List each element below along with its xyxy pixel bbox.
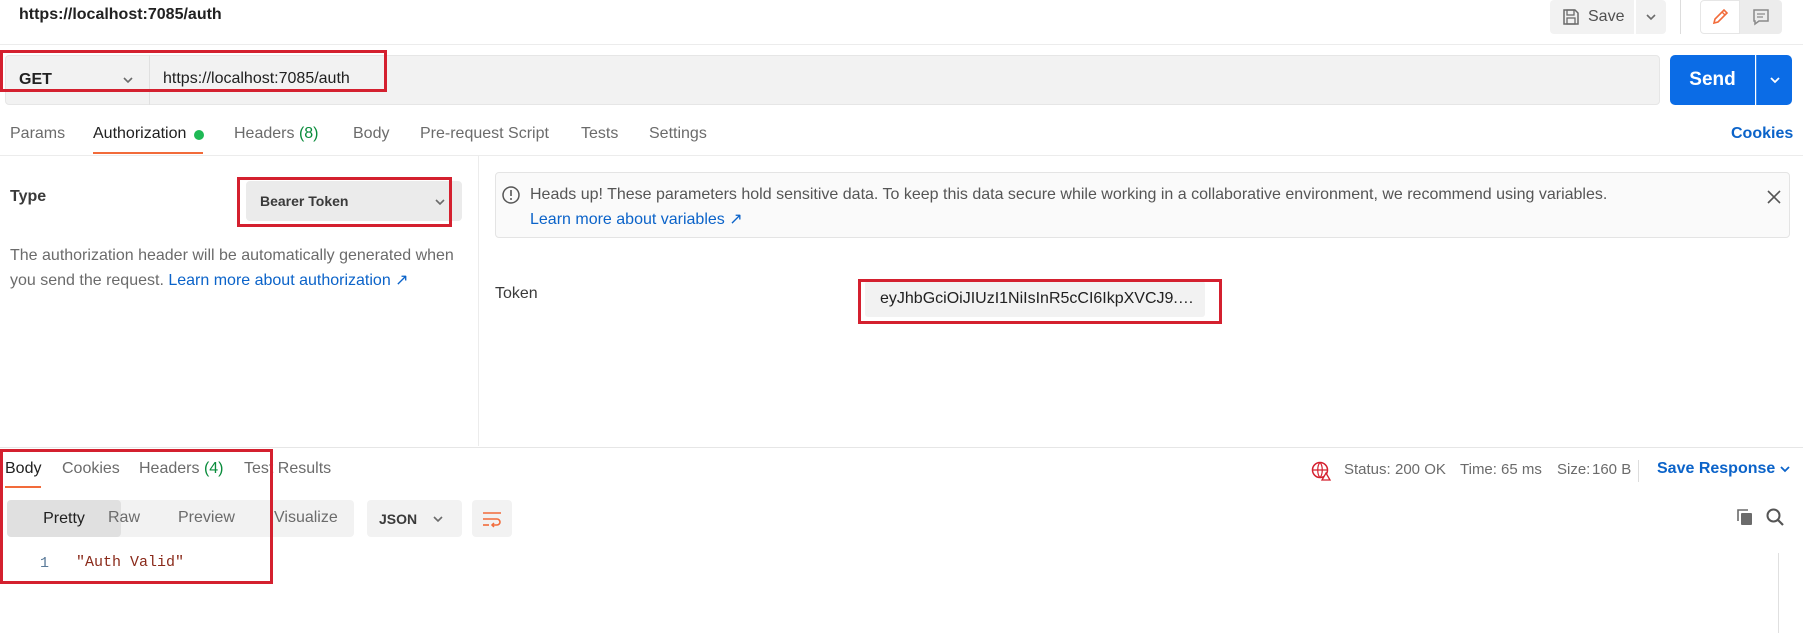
response-tab-headers-label: Headers xyxy=(139,460,200,477)
save-response-button[interactable]: Save Response xyxy=(1657,460,1775,478)
status-label: Status: xyxy=(1344,461,1391,478)
chevron-down-icon xyxy=(1646,14,1656,21)
tabs-separator xyxy=(0,155,1803,156)
info-icon xyxy=(502,186,520,204)
view-visualize-button[interactable]: Visualize xyxy=(274,509,338,527)
tab-tests[interactable]: Tests xyxy=(581,125,618,143)
active-tab-indicator xyxy=(93,152,203,154)
url-input[interactable]: https://localhost:7085/auth xyxy=(163,70,350,88)
edit-button[interactable] xyxy=(1700,0,1740,34)
tab-headers[interactable]: Headers (8) xyxy=(234,125,319,143)
response-tab-headers-count: (4) xyxy=(203,460,224,477)
view-preview-button[interactable]: Preview xyxy=(178,509,235,527)
editor-scrollbar[interactable] xyxy=(1778,553,1779,633)
globe-warning-icon[interactable] xyxy=(1310,460,1332,482)
wrap-icon xyxy=(483,511,501,528)
alert-message: Heads up! These parameters hold sensitiv… xyxy=(530,186,1608,203)
method-value: GET xyxy=(19,71,52,88)
wrap-lines-button[interactable] xyxy=(472,500,512,537)
response-tab-cookies[interactable]: Cookies xyxy=(62,460,120,478)
tab-pre-request-script[interactable]: Pre-request Script xyxy=(420,125,549,143)
chevron-down-icon xyxy=(433,516,443,523)
copy-icon[interactable] xyxy=(1735,507,1755,527)
tab-headers-count: (8) xyxy=(298,125,319,142)
token-input[interactable]: eyJhbGciOiJIUzI1NiIsInR5cCI6IkpXVCJ9.eyJ… xyxy=(865,281,1205,317)
chevron-down-icon xyxy=(123,77,133,84)
response-tab-headers[interactable]: Headers (4) xyxy=(139,460,224,478)
chevron-down-icon xyxy=(1769,77,1780,84)
tab-authorization[interactable]: Authorization xyxy=(93,125,186,143)
request-title: https://localhost:7085/auth xyxy=(19,6,222,23)
status-value[interactable]: 200 OK xyxy=(1395,461,1446,478)
view-pretty-button[interactable]: Pretty xyxy=(7,500,121,537)
learn-more-authorization-link[interactable]: Learn more about authorization ↗ xyxy=(168,272,408,289)
save-icon xyxy=(1563,9,1579,25)
tab-body[interactable]: Body xyxy=(353,125,389,143)
header-divider xyxy=(1680,0,1681,34)
tab-settings[interactable]: Settings xyxy=(649,125,707,143)
token-label: Token xyxy=(495,285,538,302)
format-value: JSON xyxy=(379,510,418,527)
response-active-tab-indicator xyxy=(5,486,41,488)
tab-params[interactable]: Params xyxy=(10,125,65,143)
comment-icon xyxy=(1753,9,1769,26)
status-divider xyxy=(1638,460,1639,482)
search-icon[interactable] xyxy=(1765,507,1785,527)
auth-description: The authorization header will be automat… xyxy=(10,243,470,293)
auth-type-select[interactable]: Bearer Token xyxy=(246,181,462,221)
code-line-number: 1 xyxy=(40,555,50,572)
time-value[interactable]: 65 ms xyxy=(1501,461,1542,478)
response-tab-body[interactable]: Body xyxy=(5,460,41,478)
panel-divider xyxy=(478,156,479,446)
save-button[interactable]: Save xyxy=(1550,0,1634,34)
view-pretty-label: Pretty xyxy=(43,509,85,527)
tab-headers-label: Headers xyxy=(234,125,295,142)
time-label: Time: xyxy=(1460,461,1497,478)
size-value[interactable]: 160 B xyxy=(1592,461,1631,478)
token-value: eyJhbGciOiJIUzI1NiIsInR5cCI6IkpXVCJ9.eyJ… xyxy=(880,290,1200,307)
response-separator xyxy=(0,447,1803,448)
view-raw-button[interactable]: Raw xyxy=(108,509,140,527)
pencil-icon xyxy=(1712,8,1729,25)
cookies-link[interactable]: Cookies xyxy=(1731,125,1793,143)
save-label: Save xyxy=(1588,8,1625,25)
comments-button[interactable] xyxy=(1740,0,1782,34)
chevron-down-icon xyxy=(435,199,445,206)
send-label: Send xyxy=(1689,69,1736,90)
status-dot xyxy=(194,130,204,140)
header-separator xyxy=(0,44,1803,45)
learn-more-variables-link[interactable]: Learn more about variables ↗ xyxy=(530,209,743,229)
send-dropdown-button[interactable] xyxy=(1756,55,1792,105)
auth-type-label: Type xyxy=(10,188,47,205)
close-icon[interactable] xyxy=(1766,189,1782,205)
send-button[interactable]: Send xyxy=(1670,55,1755,105)
size-label: Size: xyxy=(1557,461,1591,478)
chevron-down-icon xyxy=(1780,466,1790,473)
auth-type-value: Bearer Token xyxy=(260,193,349,209)
response-body-text: "Auth Valid" xyxy=(76,554,185,571)
save-dropdown-button[interactable] xyxy=(1636,0,1666,34)
response-tab-test-results[interactable]: Test Results xyxy=(244,460,331,478)
format-select[interactable]: JSON xyxy=(367,500,462,537)
